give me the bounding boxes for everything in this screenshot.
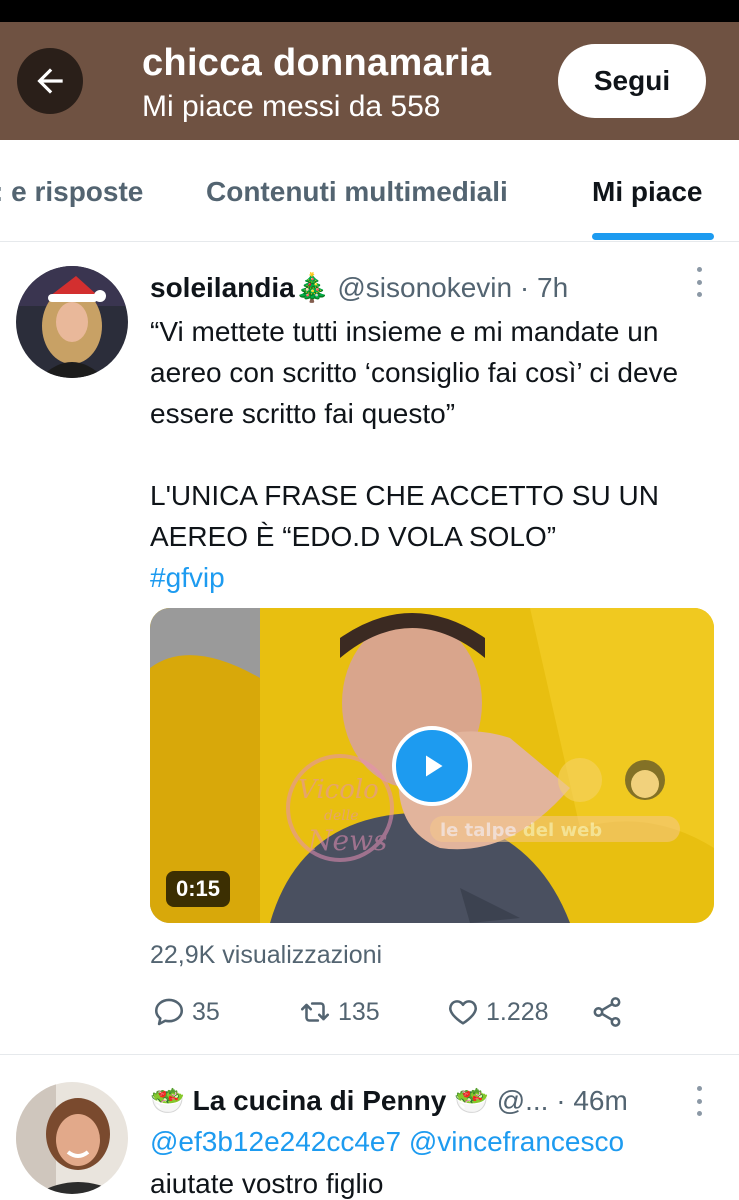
more-options-icon[interactable] [695,1086,703,1116]
view-count[interactable]: 22,9K visualizzazioni [150,941,382,970]
like-count: 1.228 [486,997,549,1026]
back-button[interactable] [17,48,83,114]
profile-tabs: : e risposte Contenuti multimediali Mi p… [0,140,739,242]
reply-to-handles[interactable]: @ef3b12e242cc4e7 @vincefrancesco [150,1126,624,1158]
share-button[interactable] [590,995,624,1029]
active-tab-indicator [592,233,714,240]
avatar[interactable] [16,1082,128,1194]
retweet-button[interactable]: 135 [298,995,380,1029]
tweet-author-line: soleilandia🎄 @sisonokevin · 7h [150,271,568,304]
reply-count: 35 [192,997,220,1026]
likes-count-subtitle: Mi piace messi da 558 [142,90,441,123]
play-button[interactable] [392,726,472,806]
retweet-icon [300,1002,330,1022]
tweet-text: “Vi mettete tutti insieme e mi mandate u… [150,311,725,598]
timestamp[interactable]: 7h [537,272,568,303]
profile-name: chicca donnamaria [142,42,492,84]
arrow-left-icon [37,68,63,94]
handle[interactable]: @... [497,1085,549,1116]
tab-replies[interactable]: : e risposte [0,176,143,208]
heart-icon [449,1000,477,1025]
avatar[interactable] [16,266,128,378]
tweet-actions: 35 135 1.228 [150,995,710,1035]
more-options-icon[interactable] [695,267,703,297]
play-icon [426,755,443,777]
reply-icon [154,998,184,1026]
tab-media[interactable]: Contenuti multimediali [206,176,508,208]
timestamp[interactable]: 46m [573,1085,627,1116]
retweet-count: 135 [338,997,380,1026]
share-icon [593,997,621,1027]
tweet[interactable]: soleilandia🎄 @sisonokevin · 7h “Vi mette… [0,243,739,1055]
tab-likes[interactable]: Mi piace [592,176,702,208]
display-name[interactable]: soleilandia🎄 [150,272,330,303]
video-player[interactable]: 0:15 [150,608,714,923]
reply-button[interactable]: 35 [152,995,220,1029]
tweet-author-line: 🥗 La cucina di Penny 🥗 @... · 46m [150,1084,628,1117]
profile-header: chicca donnamaria Mi piace messi da 558 … [0,22,739,140]
tweet-text-paragraph: “Vi mettete tutti insieme e mi mandate u… [150,316,679,429]
separator-dot: · [519,272,530,303]
handle[interactable]: @sisonokevin [337,272,512,303]
video-duration: 0:15 [166,871,231,907]
like-button[interactable]: 1.228 [446,995,549,1029]
separator-dot: · [556,1085,566,1116]
tweet-text-paragraph: L'UNICA FRASE CHE ACCETTO SU UN AEREO È … [150,480,659,552]
status-bar [0,0,739,22]
display-name[interactable]: 🥗 La cucina di Penny 🥗 [150,1085,489,1116]
follow-button[interactable]: Segui [558,44,706,118]
tweet[interactable]: 🥗 La cucina di Penny 🥗 @... · 46m @ef3b1… [0,1056,739,1200]
tweet-text: aiutate vostro figlio [150,1168,384,1199]
hashtag-link[interactable]: #gfvip [150,557,725,598]
